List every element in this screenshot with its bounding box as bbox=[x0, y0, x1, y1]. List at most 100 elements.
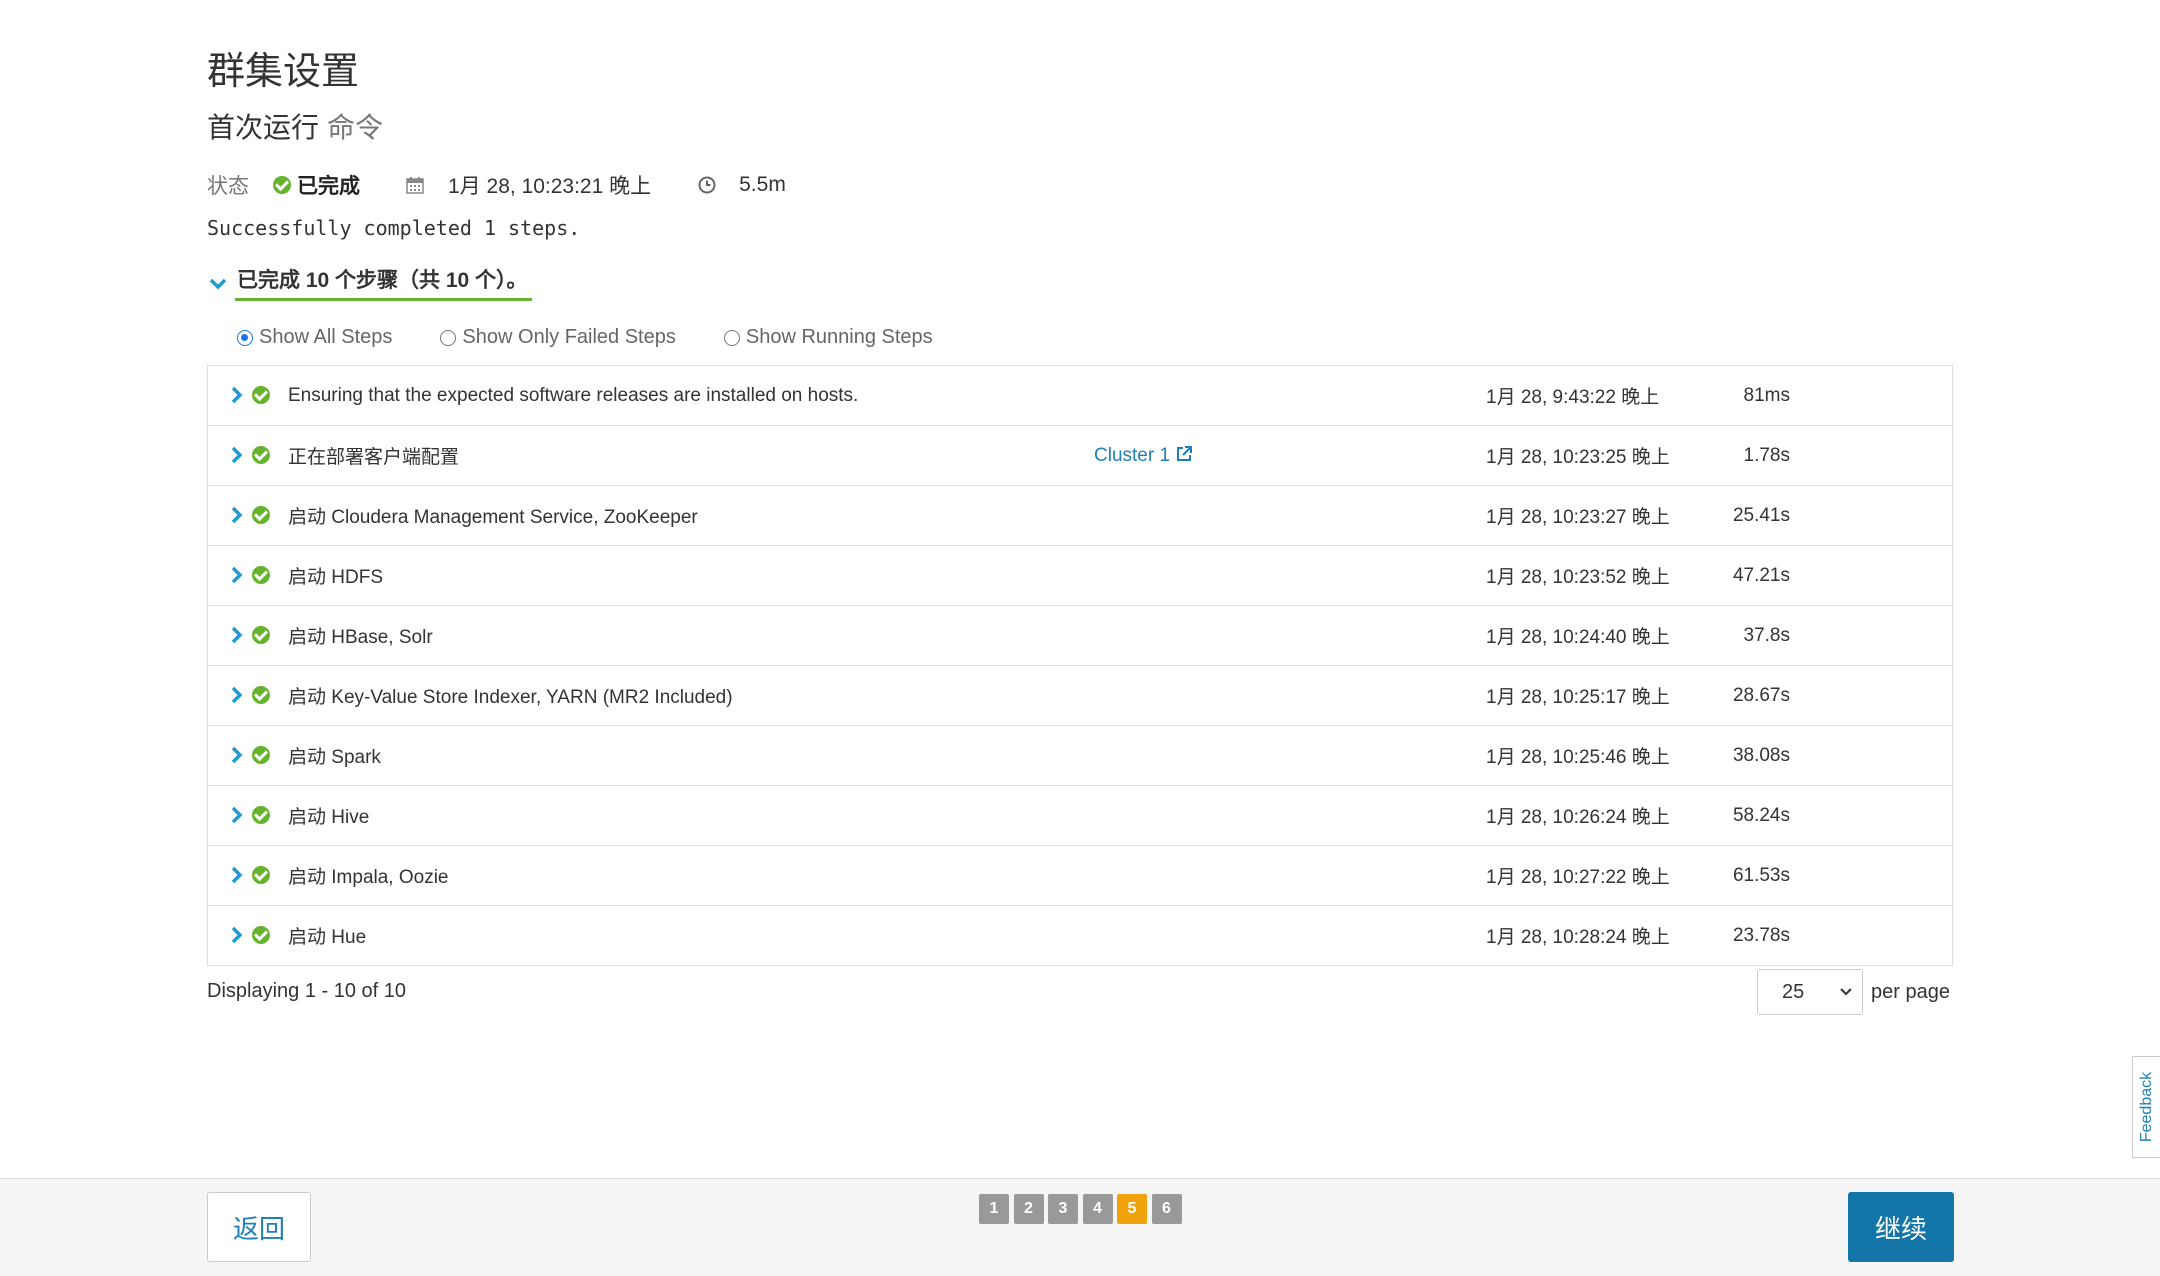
check-circle-icon bbox=[252, 506, 270, 524]
filter-failed-steps[interactable]: Show Only Failed Steps bbox=[440, 326, 676, 349]
step-duration: 61.53s bbox=[1732, 864, 1790, 886]
footer-bar bbox=[0, 1178, 2160, 1276]
chevron-right-icon[interactable] bbox=[230, 745, 244, 765]
status-value: 已完成 bbox=[297, 175, 360, 198]
step-timestamp: 1月 28, 10:23:52 晚上 bbox=[1486, 567, 1670, 588]
step-timestamp: 1月 28, 10:28:24 晚上 bbox=[1486, 927, 1670, 948]
page-title: 群集设置 bbox=[207, 51, 360, 93]
cluster-link[interactable]: Cluster 1 bbox=[1094, 445, 1193, 467]
step-timestamp: 1月 28, 10:23:27 晚上 bbox=[1486, 507, 1670, 528]
step-duration: 58.24s bbox=[1732, 804, 1790, 826]
step-description: 启动 Hive bbox=[288, 807, 370, 828]
table-row: 启动 Hive 1月 28, 10:26:24 晚上 58.24s bbox=[208, 785, 1952, 845]
steps-toggle-label: 已完成 10 个步骤（共 10 个）。 bbox=[235, 264, 532, 301]
step-timestamp: 1月 28, 10:27:22 晚上 bbox=[1486, 867, 1670, 888]
table-row: 启动 Cloudera Management Service, ZooKeepe… bbox=[208, 485, 1952, 545]
table-row: 启动 Key-Value Store Indexer, YARN (MR2 In… bbox=[208, 665, 1952, 725]
radio-button[interactable] bbox=[237, 329, 253, 346]
check-circle-icon bbox=[252, 866, 270, 884]
feedback-tab[interactable]: Feedback bbox=[2132, 1056, 2160, 1158]
step-description: 启动 HBase, Solr bbox=[288, 627, 433, 648]
check-circle-icon bbox=[252, 746, 270, 764]
table-row: 启动 HBase, Solr 1月 28, 10:24:40 晚上 37.8s bbox=[208, 605, 1952, 665]
check-circle-icon bbox=[252, 566, 270, 584]
cluster-link-label: Cluster 1 bbox=[1094, 444, 1171, 466]
chevron-down-icon bbox=[209, 278, 227, 289]
filter-all-steps[interactable]: Show All Steps bbox=[237, 326, 392, 349]
chevron-right-icon[interactable] bbox=[230, 805, 244, 825]
filter-label: Show Only Failed Steps bbox=[462, 326, 676, 348]
filter-running-steps[interactable]: Show Running Steps bbox=[723, 326, 933, 349]
wizard-step[interactable]: 4 bbox=[1082, 1194, 1113, 1224]
step-timestamp: 1月 28, 10:25:17 晚上 bbox=[1486, 687, 1670, 708]
filter-label: Show Running Steps bbox=[745, 326, 933, 348]
check-circle-icon bbox=[273, 176, 291, 194]
step-description: 启动 Cloudera Management Service, ZooKeepe… bbox=[288, 507, 698, 528]
check-circle-icon bbox=[252, 926, 270, 944]
wizard-steps: 123456 bbox=[979, 1194, 1186, 1224]
chevron-right-icon[interactable] bbox=[230, 505, 244, 525]
subtitle-sub: 命令 bbox=[327, 112, 384, 143]
step-description: 正在部署客户端配置 bbox=[288, 447, 460, 468]
step-description: 启动 Spark bbox=[288, 747, 381, 768]
step-description: Ensuring that the expected software rele… bbox=[288, 384, 859, 406]
status-label: 状态 bbox=[207, 175, 249, 198]
wizard-step[interactable]: 1 bbox=[979, 1194, 1009, 1224]
step-description: 启动 Hue bbox=[288, 927, 367, 948]
calendar-icon bbox=[406, 176, 424, 194]
step-duration: 37.8s bbox=[1743, 624, 1790, 646]
steps-table: Ensuring that the expected software rele… bbox=[207, 365, 1953, 966]
chevron-right-icon[interactable] bbox=[230, 385, 244, 405]
chevron-right-icon[interactable] bbox=[230, 685, 244, 705]
back-button[interactable]: 返回 bbox=[207, 1192, 311, 1262]
pagination-info: Displaying 1 - 10 of 10 bbox=[207, 980, 407, 1002]
per-page-label: per page bbox=[1871, 980, 1950, 1003]
subtitle-main: 首次运行 bbox=[207, 112, 320, 143]
table-row: 启动 Impala, Oozie 1月 28, 10:27:22 晚上 61.53s bbox=[208, 845, 1952, 905]
page-subtitle: 首次运行 命令 bbox=[207, 106, 383, 146]
table-row: 正在部署客户端配置 Cluster 1 1月 28, 10:23:25 晚上 1.7… bbox=[208, 425, 1952, 485]
per-page-value: 25 bbox=[1782, 980, 1805, 1003]
chevron-right-icon[interactable] bbox=[230, 565, 244, 585]
table-row: 启动 HDFS 1月 28, 10:23:52 晚上 47.21s bbox=[208, 545, 1952, 605]
chevron-right-icon[interactable] bbox=[230, 925, 244, 945]
wizard-step[interactable]: 5 bbox=[1117, 1194, 1147, 1224]
step-timestamp: 1月 28, 10:23:25 晚上 bbox=[1486, 447, 1670, 468]
status-message: Successfully completed 1 steps. bbox=[207, 216, 581, 240]
continue-button[interactable]: 继续 bbox=[1848, 1192, 1954, 1262]
step-timestamp: 1月 28, 10:25:46 晚上 bbox=[1486, 747, 1670, 768]
step-description: 启动 HDFS bbox=[288, 567, 384, 588]
wizard-step[interactable]: 6 bbox=[1151, 1194, 1182, 1224]
per-page-control: 25 per page bbox=[1757, 969, 1950, 1015]
step-description: 启动 Key-Value Store Indexer, YARN (MR2 In… bbox=[288, 687, 733, 708]
per-page-select[interactable]: 25 bbox=[1757, 969, 1863, 1015]
step-filter: Show All Steps Show Only Failed Steps Sh… bbox=[237, 326, 981, 349]
chevron-right-icon[interactable] bbox=[230, 445, 244, 465]
status-line: 状态 已完成 1月 28, 10:23:21 晚上 5.5m bbox=[207, 170, 786, 200]
step-timestamp: 1月 28, 9:43:22 晚上 bbox=[1486, 387, 1660, 408]
filter-label: Show All Steps bbox=[259, 326, 393, 348]
radio-button[interactable] bbox=[440, 329, 457, 346]
check-circle-icon bbox=[252, 626, 270, 644]
step-duration: 47.21s bbox=[1732, 564, 1790, 586]
table-row: 启动 Spark 1月 28, 10:25:46 晚上 38.08s bbox=[208, 725, 1952, 785]
chevron-right-icon[interactable] bbox=[230, 865, 244, 885]
step-duration: 38.08s bbox=[1732, 744, 1790, 766]
external-link-icon bbox=[1177, 445, 1193, 461]
radio-button[interactable] bbox=[723, 329, 740, 346]
check-circle-icon bbox=[252, 806, 270, 824]
chevron-down-icon bbox=[1840, 988, 1852, 996]
chevron-right-icon[interactable] bbox=[230, 625, 244, 645]
step-duration: 1.78s bbox=[1743, 444, 1790, 466]
step-duration: 28.67s bbox=[1732, 684, 1790, 706]
table-row: 启动 Hue 1月 28, 10:28:24 晚上 23.78s bbox=[208, 905, 1952, 965]
status-duration: 5.5m bbox=[739, 173, 786, 196]
status-timestamp: 1月 28, 10:23:21 晚上 bbox=[448, 175, 652, 198]
step-duration: 25.41s bbox=[1732, 504, 1790, 526]
step-timestamp: 1月 28, 10:24:40 晚上 bbox=[1486, 627, 1670, 648]
feedback-label: Feedback bbox=[2137, 1071, 2155, 1143]
steps-toggle[interactable]: 已完成 10 个步骤（共 10 个）。 bbox=[207, 264, 532, 301]
wizard-step[interactable]: 3 bbox=[1048, 1194, 1078, 1224]
wizard-step[interactable]: 2 bbox=[1013, 1194, 1044, 1224]
step-timestamp: 1月 28, 10:26:24 晚上 bbox=[1486, 807, 1670, 828]
